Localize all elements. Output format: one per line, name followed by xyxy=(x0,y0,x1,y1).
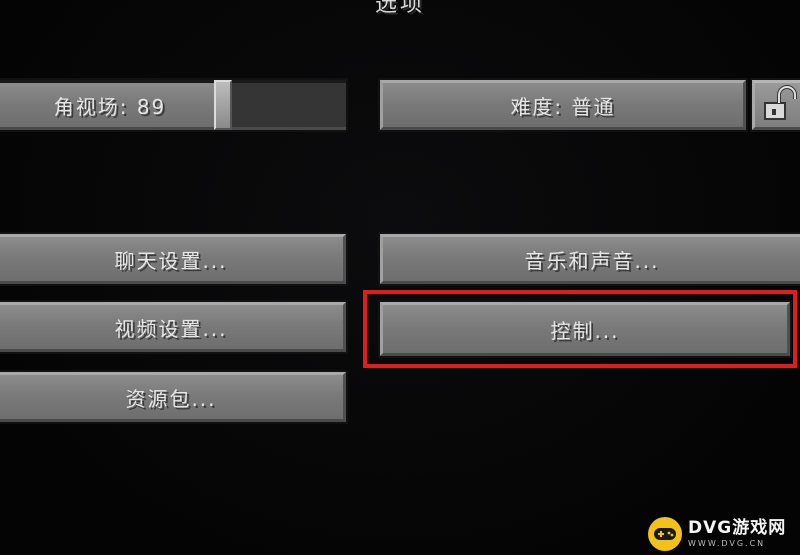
resource-packs-button[interactable]: 资源包... xyxy=(0,370,348,424)
watermark-brand: DVG游戏网 xyxy=(688,518,787,538)
screen-title: 选项 xyxy=(374,0,425,17)
controls-highlight-box xyxy=(363,290,797,368)
fov-slider-track[interactable] xyxy=(224,83,346,127)
chat-settings-button[interactable]: 聊天设置... xyxy=(0,232,348,286)
fov-slider[interactable]: 角视场: 89 xyxy=(0,78,348,132)
lock-open-icon xyxy=(764,85,797,120)
gamepad-icon xyxy=(648,517,682,551)
options-screen: 选项 角视场: 89 难度: 普通 聊天设置... 音乐和声音... 视频设置.… xyxy=(0,0,800,555)
difficulty-lock-button[interactable] xyxy=(750,78,800,132)
music-sound-button[interactable]: 音乐和声音... xyxy=(378,232,800,286)
fov-slider-handle[interactable] xyxy=(214,80,232,130)
fov-slider-label: 角视场: 89 xyxy=(0,83,224,127)
difficulty-button[interactable]: 难度: 普通 xyxy=(378,78,748,132)
watermark: DVG游戏网 WWW.DVG.CN xyxy=(648,513,800,555)
video-settings-button[interactable]: 视频设置... xyxy=(0,300,348,354)
watermark-url: WWW.DVG.CN xyxy=(688,539,766,548)
